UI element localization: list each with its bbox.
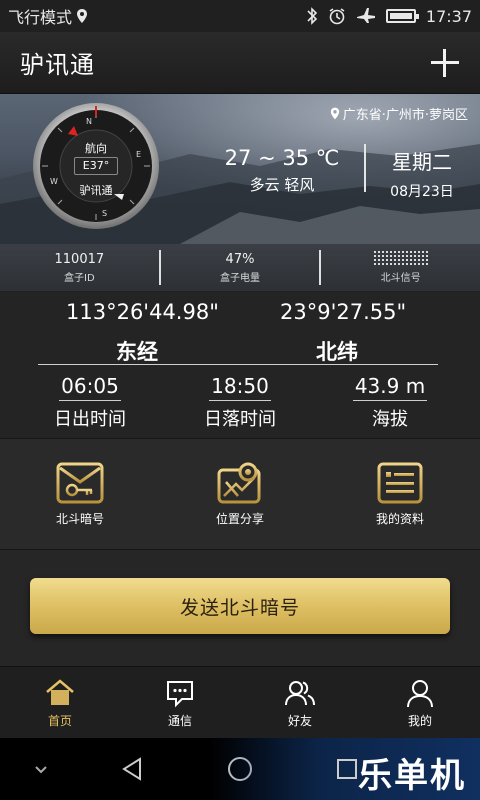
tab-communication[interactable]: 通信	[120, 667, 240, 738]
compass-brand: 驴讯通	[79, 184, 113, 197]
status-right: 17:37	[306, 7, 472, 26]
action-beidou-code-label: 北斗暗号	[55, 511, 104, 526]
status-bar: 飞行模式 17:37	[0, 0, 480, 32]
friends-icon	[285, 680, 315, 705]
weather-condition: 多云 轻风	[249, 176, 315, 194]
sunset-value: 18:50	[209, 374, 271, 401]
sunrise-block: 06:05 日出时间	[30, 374, 150, 431]
weather-block: 27 ~ 35 ℃ 多云 轻风	[222, 146, 342, 195]
box-id-value: 110017	[54, 251, 105, 267]
bluetooth-icon	[307, 7, 318, 25]
action-my-profile[interactable]: 我的资料	[320, 439, 480, 549]
system-nav-bar: 乐单机	[0, 738, 480, 800]
bottom-tab-bar: 首页 通信 好友 我的	[0, 666, 480, 738]
watermark-logo: 乐单机	[358, 756, 466, 796]
longitude-label: 东经	[116, 340, 158, 364]
map-share-icon	[217, 462, 261, 503]
profile-card-icon	[377, 462, 423, 503]
status-left: 飞行模式	[8, 4, 88, 28]
signal-cell: 北斗信号	[321, 244, 480, 291]
tab-friends[interactable]: 好友	[240, 667, 360, 738]
home-icon	[46, 678, 74, 705]
box-battery-value: 47%	[225, 251, 255, 267]
send-area: 发送北斗暗号	[0, 550, 480, 666]
airplane-mode-label: 飞行模式	[8, 8, 73, 27]
tab-communication-label: 通信	[167, 713, 192, 728]
weekday: 星期二	[392, 150, 452, 174]
compass-heading-label: 航向	[85, 142, 107, 155]
box-id-label: 盒子ID	[64, 272, 95, 284]
device-info-strip: 110017 盒子ID 47% 盒子电量 北斗信号	[0, 244, 480, 292]
hero-panel: 广东省·广州市·萝岗区 N E S W 航向 E37° 驴讯通 27 ~ 35 …	[0, 94, 480, 244]
action-location-share-label: 位置分享	[215, 511, 264, 526]
altitude-label: 海拔	[372, 409, 408, 430]
location-icon	[77, 9, 88, 23]
hero-divider	[364, 144, 366, 192]
tab-mine-label: 我的	[407, 713, 432, 728]
airplane-icon	[356, 8, 375, 23]
action-location-share[interactable]: 位置分享	[160, 439, 320, 549]
tab-home-label: 首页	[47, 713, 72, 728]
altitude-block: 43.9 m 海拔	[330, 374, 450, 431]
box-id-cell: 110017 盒子ID	[0, 244, 159, 291]
sunrise-label: 日出时间	[54, 409, 126, 430]
compass-heading-value: E37°	[74, 157, 118, 175]
user-icon	[407, 679, 433, 707]
location-label: 广东省·广州市·萝岗区	[330, 104, 468, 123]
hide-keyboard-icon[interactable]	[24, 752, 58, 786]
compass-s: S	[102, 209, 107, 218]
tab-home[interactable]: 首页	[0, 667, 120, 738]
battery-cell: 47% 盒子电量	[161, 244, 320, 291]
quick-actions: 北斗暗号 位置分享 我的资料	[0, 438, 480, 550]
temperature-range: 27 ~ 35 ℃	[224, 146, 340, 170]
latitude-label: 北纬	[316, 340, 358, 364]
tab-mine[interactable]: 我的	[360, 667, 480, 738]
signal-bars-icon	[373, 251, 428, 267]
chat-icon	[167, 680, 193, 707]
alarm-icon	[329, 8, 345, 25]
signal-label: 北斗信号	[380, 273, 421, 284]
coordinates-panel: 113°26'44.98" 23°9'27.55" 东经 北纬 06:05 日出…	[0, 292, 480, 438]
compass-n: N	[86, 117, 92, 126]
envelope-key-icon	[56, 462, 104, 503]
altitude-value: 43.9 m	[352, 374, 428, 401]
app-header: 驴讯通	[0, 32, 480, 94]
battery-icon	[385, 9, 419, 23]
sunset-block: 18:50 日落时间	[180, 374, 300, 431]
back-icon[interactable]	[116, 752, 150, 786]
date-block: 星期二 08月23日	[380, 146, 464, 201]
add-button[interactable]	[430, 48, 460, 78]
longitude-value: 113°26'44.98"	[66, 300, 219, 324]
box-battery-label: 盒子电量	[220, 272, 260, 284]
location-text: 广东省·广州市·萝岗区	[342, 108, 468, 123]
date: 08月23日	[390, 184, 454, 200]
location-pin-icon	[330, 107, 339, 120]
send-beidou-code-button[interactable]: 发送北斗暗号	[30, 578, 450, 634]
coordinates-divider	[38, 364, 438, 365]
action-beidou-code[interactable]: 北斗暗号	[0, 439, 160, 549]
app-title: 驴讯通	[20, 51, 95, 79]
action-my-profile-label: 我的资料	[375, 511, 424, 526]
sunrise-value: 06:05	[59, 374, 121, 401]
compass: N E S W 航向 E37° 驴讯通	[32, 102, 160, 230]
app-root: 飞行模式 17:37 驴讯通 广东省·广州市·萝岗区 N E S W 航向 E3…	[0, 0, 480, 800]
status-time: 17:37	[425, 6, 472, 26]
latitude-value: 23°9'27.55"	[280, 300, 407, 324]
sunset-label: 日落时间	[204, 409, 276, 430]
tab-friends-label: 好友	[287, 713, 312, 728]
